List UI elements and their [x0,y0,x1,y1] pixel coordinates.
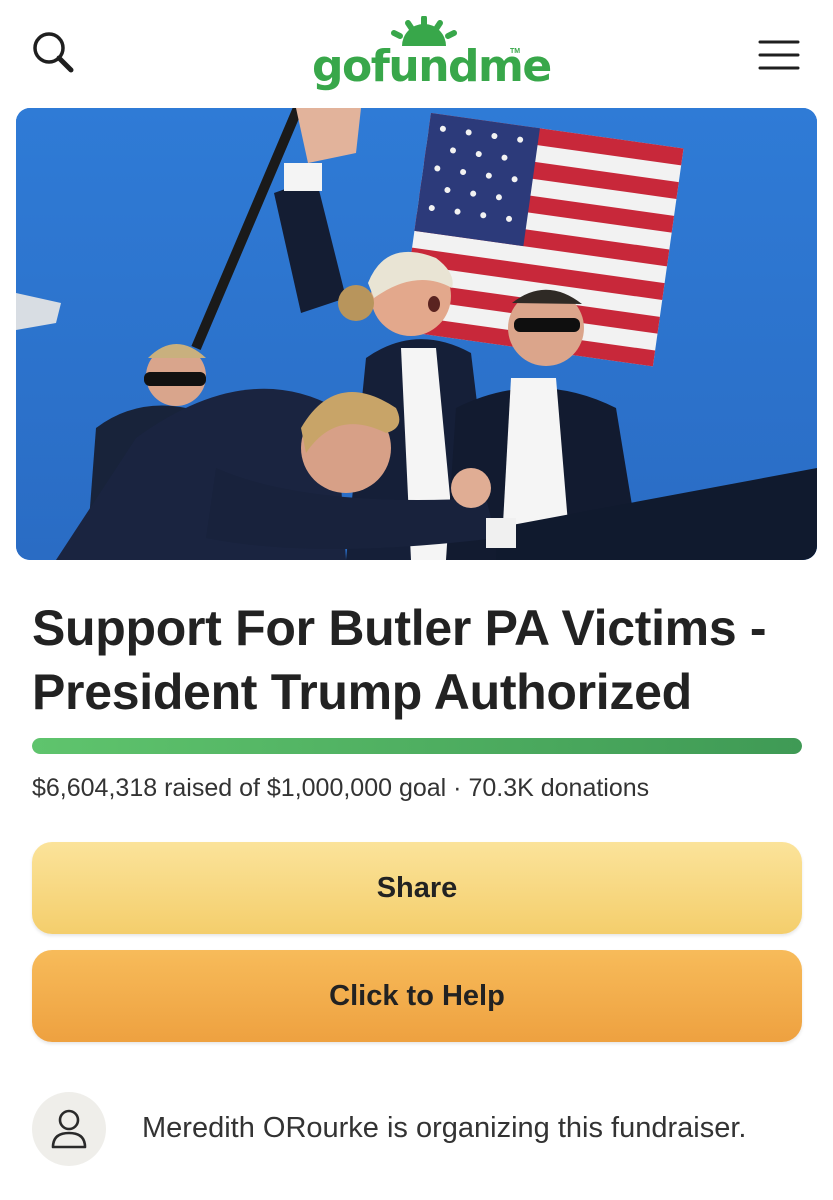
menu-button[interactable] [756,36,802,76]
organizer-avatar [32,1092,106,1166]
gofundme-logo[interactable]: gofundme TM [312,16,552,92]
campaign-photo [16,108,817,560]
progress-bar [32,738,802,754]
search-icon [33,32,74,73]
donation-stats: $6,604,318 raised of $1,000,000 goal · 7… [32,774,650,802]
campaign-title: Support For Butler PA Victims - Presiden… [32,600,767,720]
logo-trademark: TM [510,48,521,55]
logo-wordmark: gofundme [312,41,552,92]
donate-button[interactable]: Click to Help [32,950,802,1042]
person-icon [51,1109,87,1149]
progress-bar-fill [32,738,802,754]
organizer-text: Meredith ORourke is organizing this fund… [142,1112,747,1144]
hamburger-menu-icon [758,40,800,70]
search-button[interactable] [30,30,78,78]
share-button[interactable]: Share [32,842,802,934]
site-header: gofundme TM [0,0,833,105]
campaign-photo-illustration [16,108,817,560]
